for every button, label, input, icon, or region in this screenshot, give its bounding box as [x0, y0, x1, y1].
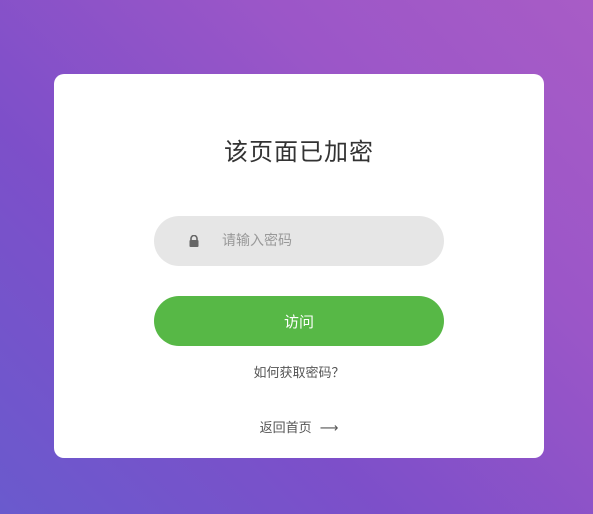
lock-icon	[189, 235, 199, 247]
back-home-label: 返回首页	[259, 421, 312, 436]
password-input[interactable]	[222, 216, 422, 266]
password-field[interactable]	[154, 216, 444, 266]
arrow-right-icon: ⟶	[319, 421, 339, 436]
encrypted-page-card: 该页面已加密 访问 如何获取密码？ 返回首页 ⟶	[54, 74, 544, 458]
visit-button[interactable]: 访问	[154, 296, 444, 346]
get-password-link[interactable]: 如何获取密码？	[54, 362, 544, 381]
page-title: 该页面已加密	[224, 138, 374, 166]
back-home-link[interactable]: 返回首页 ⟶	[54, 417, 544, 436]
